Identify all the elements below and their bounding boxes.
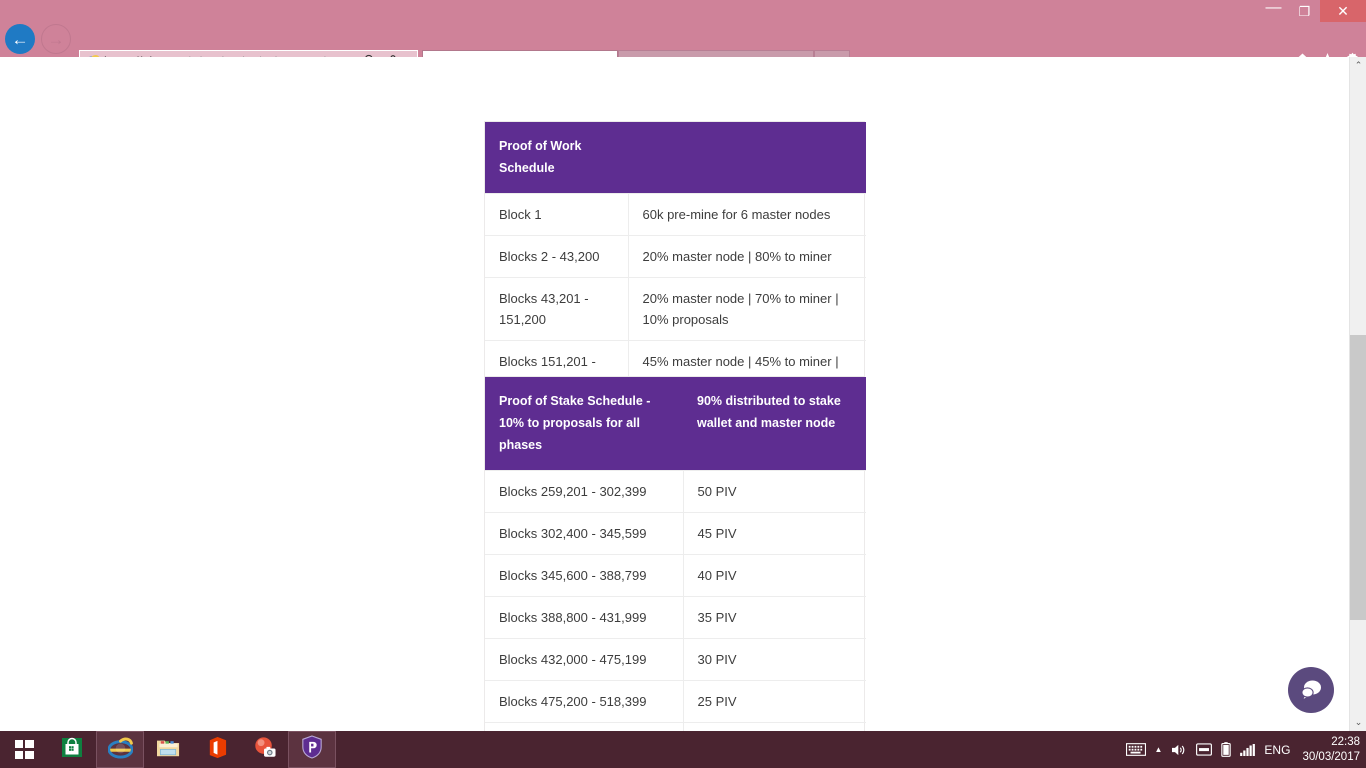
pow-reward-cell: 20% master node | 80% to miner <box>628 235 866 278</box>
taskbar-pivx-wallet[interactable] <box>288 731 336 768</box>
back-button[interactable]: ← <box>5 24 35 54</box>
table-header-row: Proof of Work Schedule <box>485 122 866 194</box>
camera-icon <box>252 736 277 764</box>
table-row: Blocks 518,400 - 561,599 20 PIV <box>485 722 866 731</box>
taskbar-store[interactable] <box>48 731 96 768</box>
pos-reward-cell: 35 PIV <box>683 596 866 639</box>
battery-icon[interactable] <box>1221 742 1232 757</box>
chat-bubble-icon[interactable] <box>1288 667 1334 713</box>
clock-date: 30/03/2017 <box>1302 750 1360 763</box>
ie-icon <box>107 735 133 765</box>
pos-reward-cell: 40 PIV <box>683 554 866 597</box>
scroll-down-icon[interactable]: ⌄ <box>1350 714 1366 731</box>
window-controls: — ❐ ✕ <box>1258 0 1366 22</box>
pos-blocks-cell: Blocks 432,000 - 475,199 <box>485 638 684 681</box>
pos-reward-cell: 20 PIV <box>683 722 866 731</box>
table-row: Blocks 345,600 - 388,799 40 PIV <box>485 554 866 597</box>
pos-table-body: Blocks 259,201 - 302,399 50 PIV Blocks 3… <box>485 470 866 731</box>
pow-reward-cell: 20% master node | 70% to miner | 10% pro… <box>628 277 866 341</box>
office-icon <box>206 736 227 764</box>
clock-time: 22:38 <box>1331 735 1360 748</box>
minimize-button[interactable]: — <box>1258 0 1289 22</box>
pos-reward-cell: 25 PIV <box>683 680 866 723</box>
pos-blocks-cell: Blocks 518,400 - 561,599 <box>485 722 684 731</box>
taskbar-file-explorer[interactable] <box>144 731 192 768</box>
pow-blocks-cell: Blocks 2 - 43,200 <box>485 235 629 278</box>
store-icon <box>60 735 84 764</box>
taskbar-internet-explorer[interactable] <box>96 731 144 768</box>
table-header-row: Proof of Stake Schedule - 10% to proposa… <box>485 377 866 471</box>
proof-of-work-schedule-table: Proof of Work Schedule Block 1 60k pre-m… <box>484 121 866 404</box>
system-tray: ▲ ENG 22:38 30/03/2017 <box>1125 731 1360 768</box>
table-row: Blocks 2 - 43,200 20% master node | 80% … <box>485 235 866 278</box>
scroll-up-icon[interactable]: ⌃ <box>1350 57 1366 74</box>
pos-reward-cell: 30 PIV <box>683 638 866 681</box>
page-scrollbar[interactable]: ⌃ ⌄ <box>1349 57 1366 731</box>
table-row: Blocks 302,400 - 345,599 45 PIV <box>485 512 866 555</box>
volume-icon[interactable] <box>1171 743 1187 757</box>
taskbar: ▲ ENG 22:38 30/03/2017 <box>0 731 1366 768</box>
windows-logo-icon <box>14 740 34 759</box>
proof-of-stake-schedule-table: Proof of Stake Schedule - 10% to proposa… <box>484 376 866 731</box>
taskbar-office[interactable] <box>192 731 240 768</box>
navigation-row: ← → https://pivx.org/what-is-pivx/coin-s… <box>0 22 1366 76</box>
browser-chrome: — ❐ ✕ ← → https://pivx.org/what-is-pivx/… <box>0 0 1366 76</box>
pow-header-col1: Proof of Work Schedule <box>485 122 628 194</box>
start-button[interactable] <box>0 731 48 768</box>
language-indicator[interactable]: ENG <box>1264 743 1290 757</box>
pos-blocks-cell: Blocks 388,800 - 431,999 <box>485 596 684 639</box>
pow-header-col2 <box>628 122 866 194</box>
table-row: Blocks 388,800 - 431,999 35 PIV <box>485 596 866 639</box>
pow-reward-cell: 60k pre-mine for 6 master nodes <box>628 193 866 236</box>
restore-button[interactable]: ❐ <box>1289 0 1320 22</box>
pow-blocks-cell: Block 1 <box>485 193 629 236</box>
touchpad-icon[interactable] <box>1196 743 1213 756</box>
pos-blocks-cell: Blocks 345,600 - 388,799 <box>485 554 684 597</box>
pos-blocks-cell: Blocks 302,400 - 345,599 <box>485 512 684 555</box>
pos-reward-cell: 50 PIV <box>683 470 866 513</box>
screen: — ❐ ✕ ← → https://pivx.org/what-is-pivx/… <box>0 0 1366 768</box>
taskbar-camera[interactable] <box>240 731 288 768</box>
pos-reward-cell: 45 PIV <box>683 512 866 555</box>
pos-blocks-cell: Blocks 475,200 - 518,399 <box>485 680 684 723</box>
taskbar-items <box>0 731 336 768</box>
pivx-shield-icon <box>301 735 323 764</box>
pos-blocks-cell: Blocks 259,201 - 302,399 <box>485 470 684 513</box>
forward-button[interactable]: → <box>41 24 71 54</box>
scrollbar-thumb[interactable] <box>1350 335 1366 620</box>
pos-header-col1: Proof of Stake Schedule - 10% to proposa… <box>485 377 683 471</box>
table-row: Blocks 259,201 - 302,399 50 PIV <box>485 470 866 513</box>
folder-icon <box>156 736 181 764</box>
close-window-button[interactable]: ✕ <box>1320 0 1366 22</box>
pow-blocks-cell: Blocks 43,201 - 151,200 <box>485 277 629 341</box>
table-row: Blocks 432,000 - 475,199 30 PIV <box>485 638 866 681</box>
signal-bars-icon[interactable] <box>1240 743 1256 756</box>
page-viewport: Proof of Work Schedule Block 1 60k pre-m… <box>0 57 1366 731</box>
show-hidden-icons-icon[interactable]: ▲ <box>1155 745 1163 754</box>
table-row: Blocks 475,200 - 518,399 25 PIV <box>485 680 866 723</box>
title-bar: — ❐ ✕ <box>0 0 1366 22</box>
pos-header-col2: 90% distributed to stake wallet and mast… <box>683 377 866 471</box>
table-row: Block 1 60k pre-mine for 6 master nodes <box>485 193 866 236</box>
clock[interactable]: 22:38 30/03/2017 <box>1299 735 1360 765</box>
keyboard-icon[interactable] <box>1125 743 1146 756</box>
table-row: Blocks 43,201 - 151,200 20% master node … <box>485 277 866 341</box>
pow-table-body: Block 1 60k pre-mine for 6 master nodes … <box>485 193 866 403</box>
